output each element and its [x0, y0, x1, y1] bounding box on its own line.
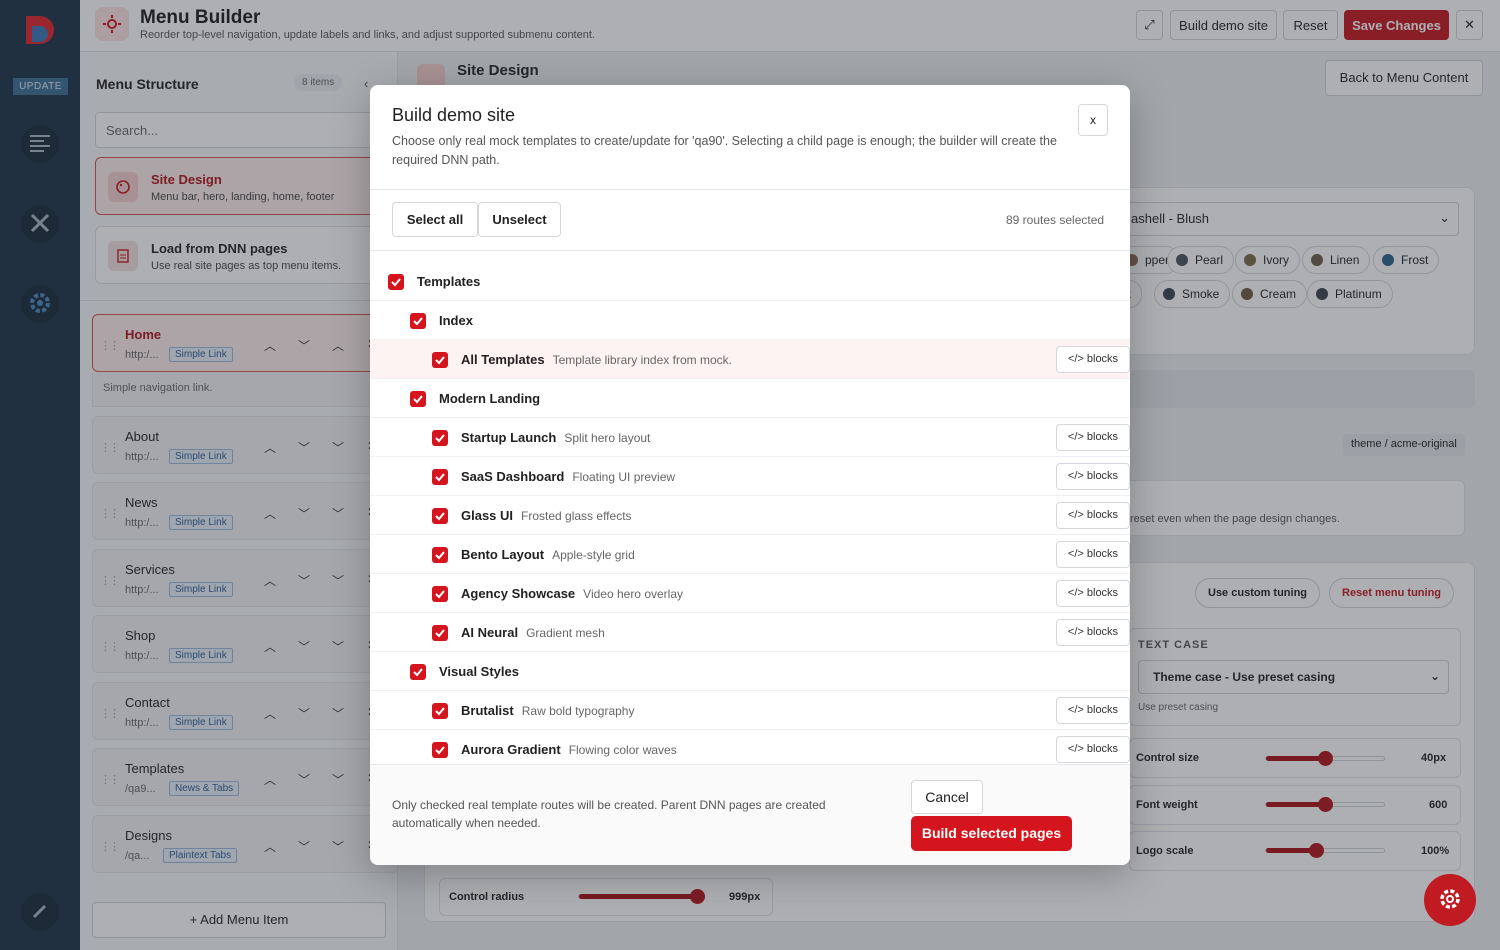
route-checkbox[interactable] — [410, 391, 426, 407]
route-description: Frosted glass effects — [521, 509, 632, 523]
route-checkbox[interactable] — [432, 625, 448, 641]
route-checkbox[interactable] — [432, 430, 448, 446]
route-label: Index — [439, 313, 473, 328]
route-row[interactable]: Modern Landing — [370, 379, 1130, 418]
route-checkbox[interactable] — [432, 352, 448, 368]
route-row[interactable]: Templates — [370, 262, 1130, 301]
route-title: Templates — [417, 274, 481, 289]
build-demo-site-dialog: Build demo site Choose only real mock te… — [370, 85, 1130, 865]
checkmark-icon — [435, 746, 445, 755]
route-row[interactable]: SaaS Dashboard Floating UI preview </> blo… — [370, 457, 1130, 496]
route-row[interactable]: Visual Styles — [370, 652, 1130, 691]
route-title: Agency Showcase — [461, 586, 576, 601]
route-checkbox[interactable] — [410, 313, 426, 329]
route-description: Raw bold typography — [521, 704, 635, 718]
view-blocks-button[interactable]: </> blocks — [1056, 346, 1130, 373]
route-row[interactable]: Startup Launch Split hero layout </> block… — [370, 418, 1130, 457]
route-description: Video hero overlay — [583, 587, 683, 601]
dialog-title: Build demo site — [392, 105, 516, 125]
view-blocks-button[interactable]: </> blocks — [1056, 541, 1130, 568]
route-label: SaaS Dashboard Floating UI preview — [461, 469, 675, 484]
route-description: Template library index from mock. — [552, 353, 732, 367]
route-title: Modern Landing — [439, 391, 541, 406]
checkmark-icon — [435, 434, 445, 443]
route-description: Floating UI preview — [572, 470, 676, 484]
route-checkbox[interactable] — [432, 703, 448, 719]
checkmark-icon — [413, 395, 423, 404]
view-blocks-button[interactable]: </> blocks — [1056, 736, 1130, 763]
route-description: Gradient mesh — [526, 626, 605, 640]
view-blocks-button[interactable]: </> blocks — [1056, 697, 1130, 724]
checkmark-icon — [391, 278, 401, 287]
route-label: Bento Layout Apple-style grid — [461, 547, 635, 562]
route-title: All Templates — [461, 352, 545, 367]
route-title: Index — [439, 313, 473, 328]
route-row[interactable]: All Templates Template library index from… — [370, 340, 1130, 379]
route-title: AI Neural — [461, 625, 519, 640]
select-all-button[interactable]: Select all — [392, 202, 478, 237]
route-description: Flowing color waves — [568, 743, 677, 757]
settings-fab[interactable] — [1424, 874, 1476, 926]
checkmark-icon — [413, 317, 423, 326]
route-title: Bento Layout — [461, 547, 545, 562]
build-selected-pages-button[interactable]: Build selected pages — [911, 816, 1072, 851]
checkmark-icon — [435, 590, 445, 599]
route-title: Glass UI — [461, 508, 514, 523]
route-label: Modern Landing — [439, 391, 540, 406]
route-title: Aurora Gradient — [461, 742, 561, 757]
route-description: Split hero layout — [564, 431, 651, 445]
route-checkbox[interactable] — [410, 664, 426, 680]
route-label: Visual Styles — [439, 664, 519, 679]
view-blocks-button[interactable]: </> blocks — [1056, 463, 1130, 490]
route-title: Visual Styles — [439, 664, 519, 679]
route-label: Brutalist Raw bold typography — [461, 703, 634, 718]
footer-note: Only checked real template routes will b… — [392, 798, 826, 830]
view-blocks-button[interactable]: </> blocks — [1056, 424, 1130, 451]
routes-selected-count: 89 routes selected — [1006, 213, 1105, 227]
cancel-button[interactable]: Cancel — [911, 780, 983, 814]
checkmark-icon — [413, 668, 423, 677]
dialog-description: Choose only real mock templates to creat… — [392, 134, 1057, 167]
route-label: All Templates Template library index from… — [461, 352, 732, 367]
route-label: Startup Launch Split hero layout — [461, 430, 650, 445]
divider — [370, 250, 1130, 251]
route-title: Startup Launch — [461, 430, 557, 445]
checkmark-icon — [435, 512, 445, 521]
route-label: Aurora Gradient Flowing color waves — [461, 742, 677, 757]
route-checkbox[interactable] — [432, 586, 448, 602]
checkmark-icon — [435, 551, 445, 560]
route-row[interactable]: Index — [370, 301, 1130, 340]
route-label: Agency Showcase Video hero overlay — [461, 586, 683, 601]
route-label: Glass UI Frosted glass effects — [461, 508, 632, 523]
route-title: Brutalist — [461, 703, 514, 718]
route-row[interactable]: AI Neural Gradient mesh </> blocks — [370, 613, 1130, 652]
route-checkbox[interactable] — [432, 742, 448, 758]
view-blocks-button[interactable]: </> blocks — [1056, 580, 1130, 607]
route-checkbox[interactable] — [388, 274, 404, 290]
view-blocks-button[interactable]: </> blocks — [1056, 619, 1130, 646]
route-list: Templates Index All Templates Template libr… — [370, 262, 1130, 764]
unselect-button[interactable]: Unselect — [478, 202, 561, 237]
route-row[interactable]: Agency Showcase Video hero overlay </> blo… — [370, 574, 1130, 613]
checkmark-icon — [435, 473, 445, 482]
route-row[interactable]: Brutalist Raw bold typography </> blocks — [370, 691, 1130, 730]
checkmark-icon — [435, 356, 445, 365]
route-row[interactable]: Aurora Gradient Flowing color waves </> bl… — [370, 730, 1130, 764]
dialog-close-button[interactable]: x — [1078, 104, 1108, 136]
checkmark-icon — [435, 629, 445, 638]
route-checkbox[interactable] — [432, 469, 448, 485]
route-label: Templates — [417, 274, 480, 289]
route-row[interactable]: Bento Layout Apple-style grid </> blocks — [370, 535, 1130, 574]
gear-icon — [1438, 887, 1462, 914]
route-label: AI Neural Gradient mesh — [461, 625, 605, 640]
view-blocks-button[interactable]: </> blocks — [1056, 502, 1130, 529]
route-title: SaaS Dashboard — [461, 469, 565, 484]
route-description: Apple-style grid — [552, 548, 635, 562]
route-row[interactable]: Glass UI Frosted glass effects </> blocks — [370, 496, 1130, 535]
route-checkbox[interactable] — [432, 508, 448, 524]
route-checkbox[interactable] — [432, 547, 448, 563]
divider — [370, 189, 1130, 190]
checkmark-icon — [435, 707, 445, 716]
